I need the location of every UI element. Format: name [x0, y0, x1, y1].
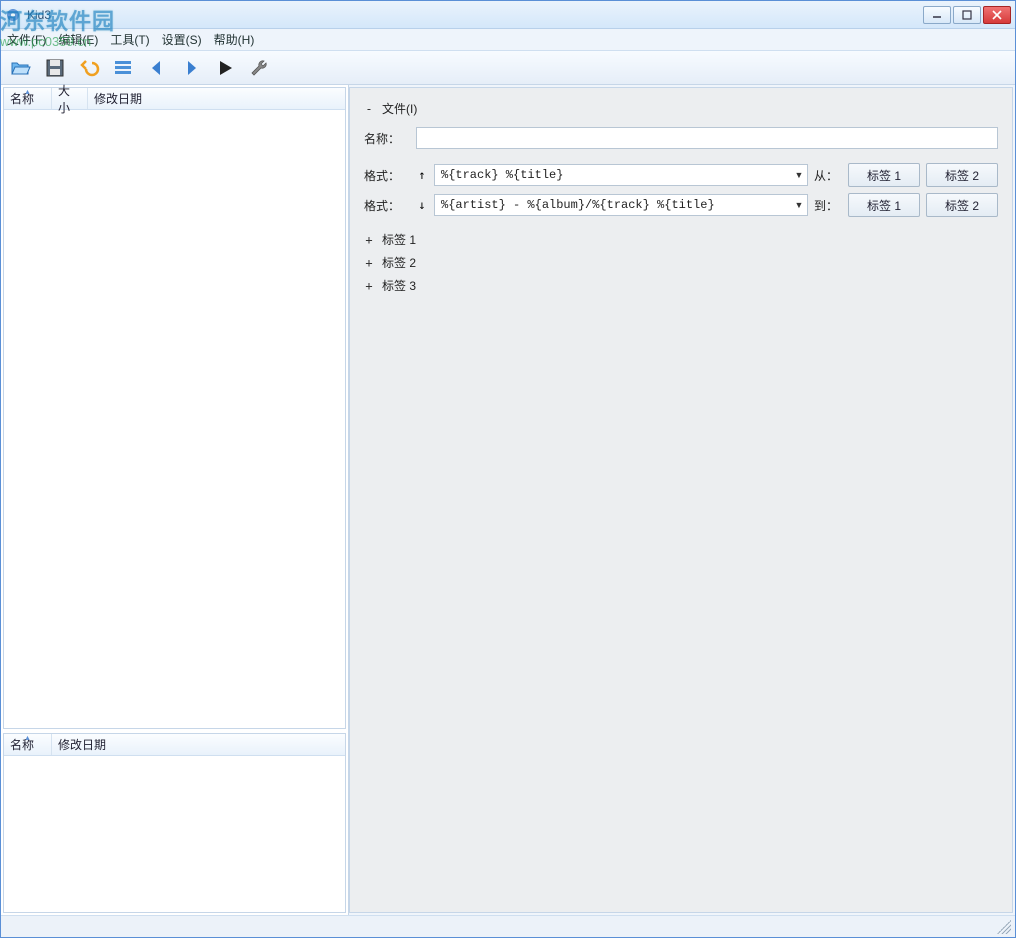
titlebar: Kid3 [1, 1, 1015, 29]
dir-list-body[interactable] [4, 756, 345, 912]
from-tag1-button[interactable]: 标签 1 [848, 163, 920, 187]
configure-button[interactable] [245, 54, 273, 82]
file-list-body[interactable] [4, 110, 345, 728]
sort-indicator-icon: ▴ [25, 87, 29, 96]
format-from-value: %{track} %{title} [435, 168, 791, 182]
format-label-2: 格式： [364, 197, 410, 214]
menu-help[interactable]: 帮助(H) [214, 31, 255, 48]
minimize-icon [932, 10, 942, 20]
format-to-value: %{artist} - %{album}/%{track} %{title} [435, 198, 791, 212]
file-list: ▴ 名称 大小 修改日期 [3, 87, 346, 729]
collapse-icon: - [364, 102, 374, 116]
col-size-label: 大小 [58, 82, 81, 116]
file-list-header: ▴ 名称 大小 修改日期 [4, 88, 345, 110]
save-button[interactable] [41, 54, 69, 82]
from-label: 从： [814, 167, 842, 184]
tag1-section-header[interactable]: + 标签 1 [364, 231, 998, 248]
expand-icon: + [364, 256, 374, 270]
format-to-row: 格式： ↓ %{artist} - %{album}/%{track} %{ti… [364, 193, 998, 217]
menu-file[interactable]: 文件(F) [7, 31, 46, 48]
tag-sections: + 标签 1 + 标签 2 + 标签 3 [364, 231, 998, 294]
name-label: 名称： [364, 130, 410, 147]
maximize-icon [962, 10, 972, 20]
tag2-section-header[interactable]: + 标签 2 [364, 254, 998, 271]
chevron-down-icon: ▼ [791, 200, 807, 210]
format-label-1: 格式： [364, 167, 410, 184]
resize-grip[interactable] [997, 920, 1011, 934]
menubar: 文件(F) 编辑(E) 工具(T) 设置(S) 帮助(H) [1, 29, 1015, 51]
right-pane: - 文件(I) 名称： 格式： ↑ %{track} %{title} ▼ 从：… [349, 87, 1013, 913]
dir-col-modified-label: 修改日期 [58, 736, 106, 753]
to-tag2-button[interactable]: 标签 2 [926, 193, 998, 217]
tag1-label: 标签 1 [382, 231, 416, 248]
col-name[interactable]: ▴ 名称 [4, 88, 52, 109]
main-window: Kid3 文件(F) 编辑(E) 工具(T) 设置(S) 帮助(H) [0, 0, 1016, 938]
menu-tools[interactable]: 工具(T) [110, 31, 149, 48]
arrow-right-icon [180, 57, 202, 79]
expand-icon: + [364, 279, 374, 293]
expand-icon: + [364, 233, 374, 247]
app-icon [5, 7, 21, 23]
col-name-label: 名称 [10, 90, 34, 107]
window-title: Kid3 [27, 8, 51, 22]
undo-icon [78, 57, 100, 79]
dir-list-header: ▴ 名称 修改日期 [4, 734, 345, 756]
to-tag1-button[interactable]: 标签 1 [848, 193, 920, 217]
play-icon [214, 57, 236, 79]
next-button[interactable] [177, 54, 205, 82]
to-label: 到： [814, 197, 842, 214]
arrow-up-icon: ↑ [416, 168, 428, 182]
maximize-button[interactable] [953, 6, 981, 24]
tag3-label: 标签 3 [382, 277, 416, 294]
menu-edit[interactable]: 编辑(E) [58, 31, 98, 48]
name-row: 名称： [364, 127, 998, 149]
toolbar [1, 51, 1015, 85]
play-button[interactable] [211, 54, 239, 82]
close-button[interactable] [983, 6, 1011, 24]
arrow-left-icon [146, 57, 168, 79]
dir-col-name[interactable]: ▴ 名称 [4, 734, 52, 755]
statusbar [1, 915, 1015, 937]
minimize-button[interactable] [923, 6, 951, 24]
tag3-section-header[interactable]: + 标签 3 [364, 277, 998, 294]
select-all-button[interactable] [109, 54, 137, 82]
format-from-combo[interactable]: %{track} %{title} ▼ [434, 164, 808, 186]
menu-settings[interactable]: 设置(S) [162, 31, 202, 48]
revert-button[interactable] [75, 54, 103, 82]
format-from-row: 格式： ↑ %{track} %{title} ▼ 从： 标签 1 标签 2 [364, 163, 998, 187]
window-controls [921, 6, 1011, 24]
sort-indicator-icon: ▴ [25, 733, 29, 742]
col-modified-label: 修改日期 [94, 90, 142, 107]
dir-col-modified[interactable]: 修改日期 [52, 734, 345, 755]
name-input[interactable] [416, 127, 998, 149]
col-size[interactable]: 大小 [52, 88, 88, 109]
tag2-label: 标签 2 [382, 254, 416, 271]
open-button[interactable] [7, 54, 35, 82]
save-icon [44, 57, 66, 79]
file-section-header[interactable]: - 文件(I) [364, 100, 998, 117]
format-to-combo[interactable]: %{artist} - %{album}/%{track} %{title} ▼ [434, 194, 808, 216]
content-area: ▴ 名称 大小 修改日期 ▴ 名称 [1, 85, 1015, 915]
from-tag2-button[interactable]: 标签 2 [926, 163, 998, 187]
dir-col-name-label: 名称 [10, 736, 34, 753]
arrow-down-icon: ↓ [416, 198, 428, 212]
wrench-icon [248, 57, 270, 79]
dir-list: ▴ 名称 修改日期 [3, 733, 346, 913]
list-icon [112, 57, 134, 79]
file-section-label: 文件(I) [382, 100, 417, 117]
left-pane: ▴ 名称 大小 修改日期 ▴ 名称 [1, 85, 349, 915]
col-modified[interactable]: 修改日期 [88, 88, 345, 109]
close-icon [992, 10, 1002, 20]
folder-open-icon [10, 57, 32, 79]
prev-button[interactable] [143, 54, 171, 82]
chevron-down-icon: ▼ [791, 170, 807, 180]
